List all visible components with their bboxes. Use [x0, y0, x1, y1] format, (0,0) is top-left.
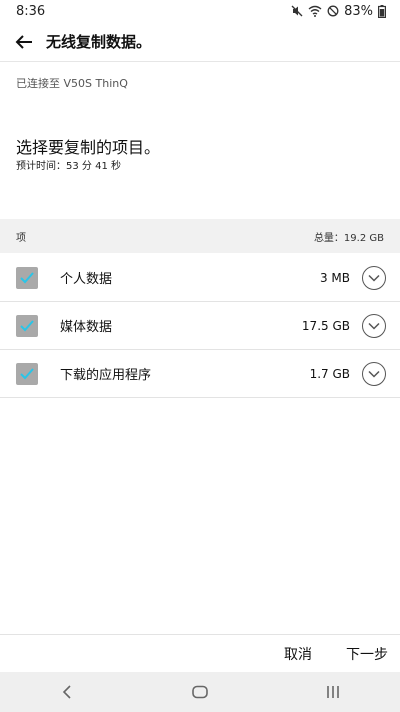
checkmark-icon: [20, 367, 34, 379]
item-size: 17.5 GB: [301, 318, 350, 333]
expand-button[interactable]: [362, 313, 386, 338]
do-not-disturb-icon: [327, 5, 339, 17]
list-item-personal-data[interactable]: 个人数据 3 MB: [0, 254, 400, 302]
system-nav-bar: [0, 672, 400, 712]
checkbox-downloaded-apps[interactable]: [16, 362, 38, 385]
nav-back-icon: [62, 685, 71, 699]
checkmark-icon: [20, 319, 34, 331]
connection-status: 已连接至 V50S ThinQ: [16, 77, 128, 90]
battery-level: 83%: [344, 3, 373, 19]
checkmark-icon: [20, 271, 34, 283]
status-time: 8:36: [16, 3, 46, 19]
chevron-down-icon: [368, 322, 380, 330]
list-item-media-data[interactable]: 媒体数据 17.5 GB: [0, 302, 400, 350]
wifi-icon: [308, 5, 322, 17]
cancel-button[interactable]: 取消: [284, 644, 312, 664]
checkbox-personal-data[interactable]: [16, 266, 38, 289]
nav-recents-icon: [327, 686, 340, 698]
section-heading: 选择要复制的项目。: [16, 138, 161, 157]
checkbox-media-data[interactable]: [16, 314, 38, 337]
battery-icon: [378, 4, 386, 18]
list-item-downloaded-apps[interactable]: 下载的应用程序 1.7 GB: [0, 350, 400, 398]
next-button[interactable]: 下一步: [346, 644, 388, 664]
item-label: 下载的应用程序: [60, 368, 152, 383]
chevron-down-icon: [368, 274, 380, 282]
table-header: 项 总量：19.2 GB: [0, 219, 400, 253]
back-button[interactable]: [10, 28, 38, 56]
app-bar: 无线复制数据。: [0, 22, 400, 62]
chevron-down-icon: [368, 370, 380, 378]
expand-button[interactable]: [362, 361, 386, 386]
back-arrow-icon: [15, 34, 32, 49]
status-bar: 8:36 83%: [0, 0, 400, 22]
total-size: 总量：19.2 GB: [313, 232, 384, 244]
item-label: 媒体数据: [60, 320, 113, 335]
item-label: 个人数据: [60, 272, 113, 287]
nav-home-icon: [192, 685, 208, 699]
nav-home-button[interactable]: [180, 677, 220, 707]
item-list: 个人数据 3 MB 媒体数据 17.5 GB 下载的应用程序 1.7 GB: [0, 254, 400, 398]
item-size: 3 MB: [319, 270, 350, 285]
status-icons: 83%: [291, 4, 386, 19]
expand-button[interactable]: [362, 265, 386, 290]
item-size: 1.7 GB: [309, 366, 350, 381]
page-title: 无线复制数据。: [46, 33, 152, 51]
mute-icon: [291, 5, 303, 17]
nav-back-button[interactable]: [47, 677, 87, 707]
table-header-label: 项: [16, 232, 26, 244]
nav-recents-button[interactable]: [313, 677, 353, 707]
action-bar: 取消 下一步: [0, 634, 400, 672]
estimated-time: 预计时间：53 分 41 秒: [16, 161, 121, 172]
